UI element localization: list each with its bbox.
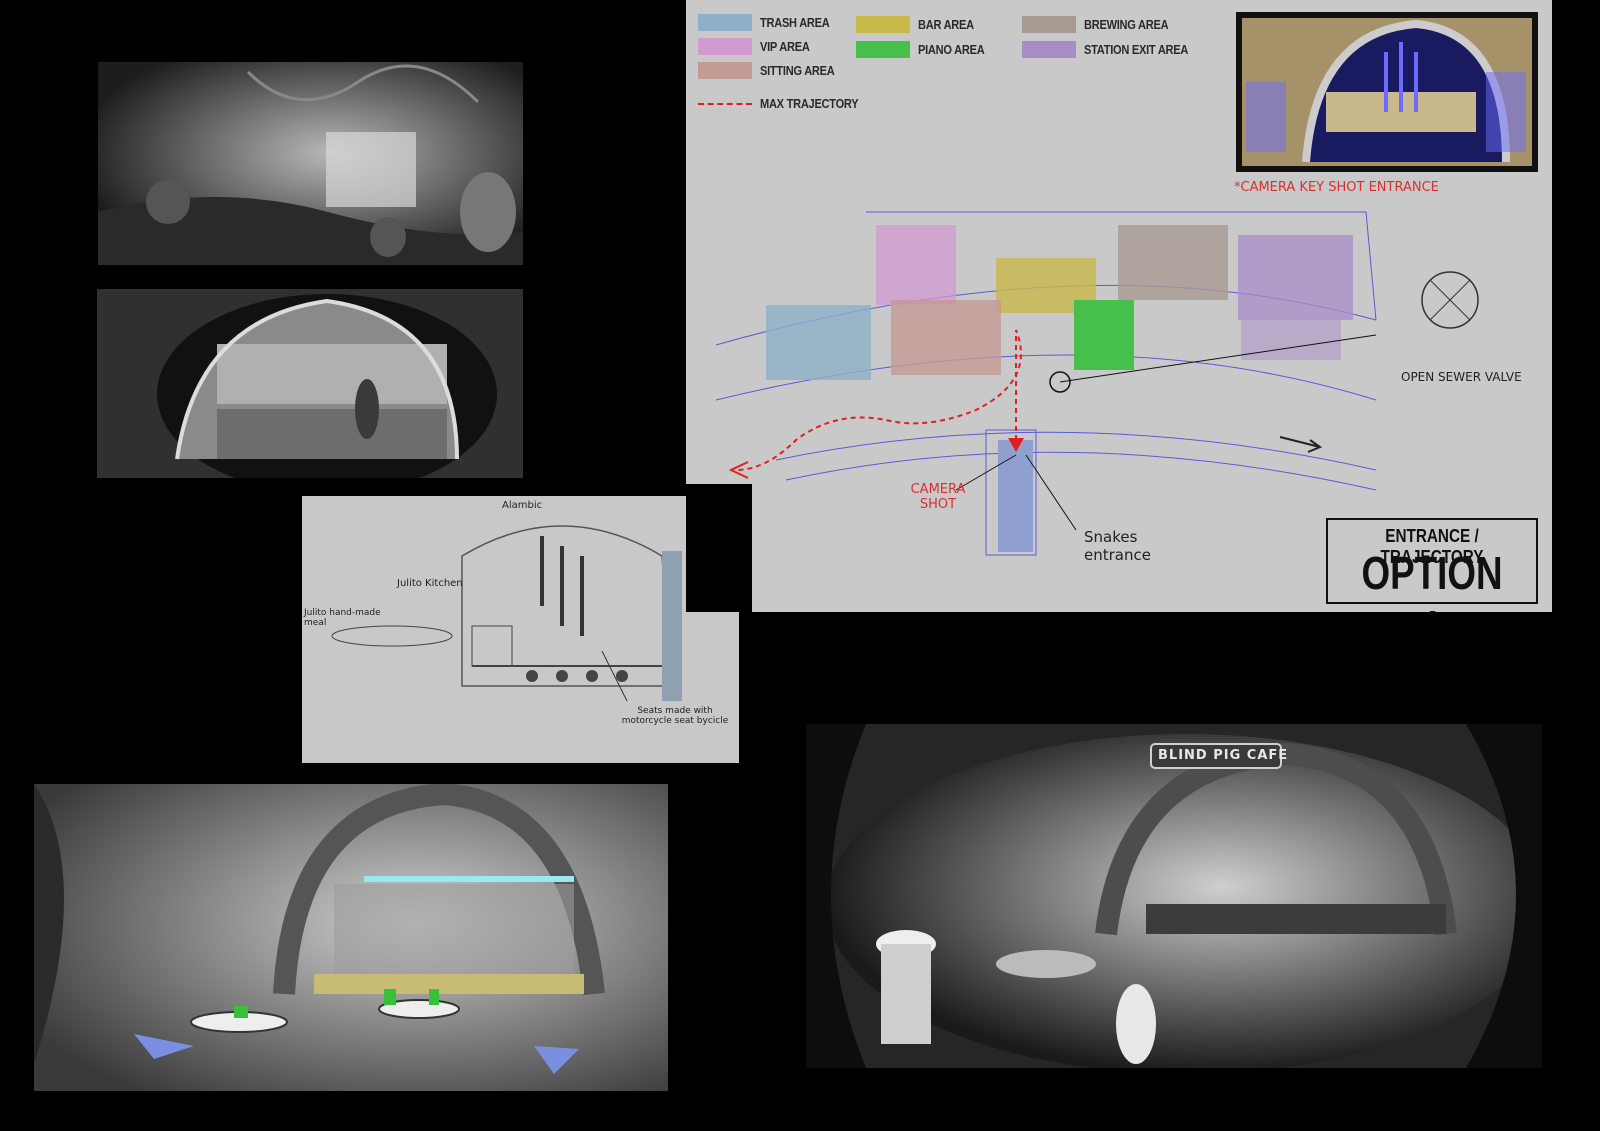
note-seats: Seats made with motorcycle seat bycicle <box>621 706 729 726</box>
option-box: ENTRANCE / TRAJECTORY OPTION 1 <box>1326 518 1538 612</box>
cafe-sign: BLIND PIG CAFE <box>1158 748 1289 763</box>
sketch-panel-5: BLIND PIG CAFE <box>806 724 1542 1068</box>
floor-plan-panel: TRASH AREA VIP AREA SITTING AREA BAR ARE… <box>686 0 1552 612</box>
note-alambic: Alambic <box>502 500 543 511</box>
open-sewer-valve-note: OPEN SEWER VALVE <box>1401 370 1522 384</box>
plan-corner-notch <box>686 484 752 612</box>
sketch-panel-2 <box>97 289 523 478</box>
sketch-panel-3: Alambic Julito Kitchen Julito hand-made … <box>302 496 739 763</box>
note-meal: Julito hand-made meal <box>304 608 381 628</box>
option-number: OPTION 1 <box>1361 547 1503 612</box>
camera-shot-note: CAMERA SHOT <box>910 482 966 512</box>
sketch-panel-4 <box>34 784 668 1091</box>
snakes-entrance-note: Snakes entrance <box>1084 528 1151 564</box>
note-kitchen: Julito Kitchen <box>397 578 463 589</box>
sketch-panel-1 <box>98 62 523 265</box>
